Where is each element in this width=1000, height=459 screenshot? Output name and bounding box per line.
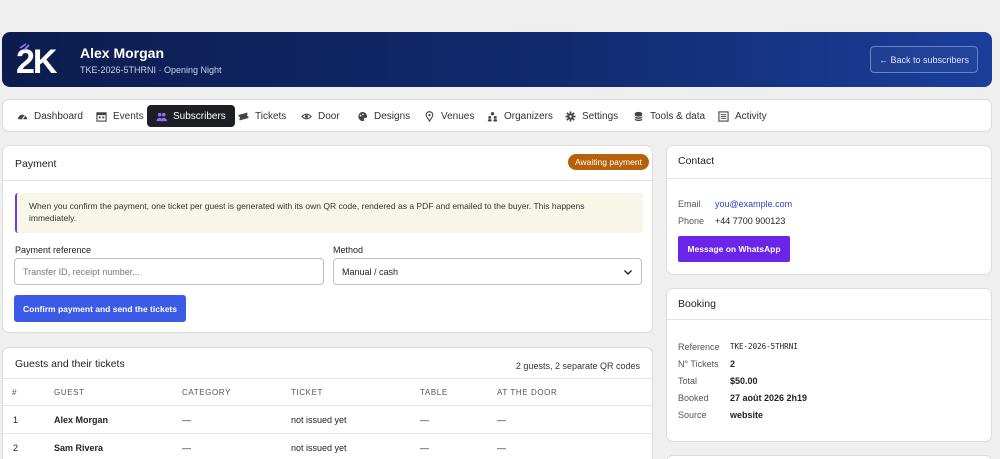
source-value: website — [730, 410, 764, 420]
users-icon — [156, 112, 167, 121]
nav-label: Door — [318, 110, 340, 122]
svg-text:2K: 2K — [16, 43, 58, 76]
divider — [667, 178, 991, 179]
method-select[interactable]: Manual / cash — [333, 258, 642, 285]
total-value: $50.00 — [730, 376, 758, 386]
nav-item-venues[interactable]: Venues — [416, 105, 482, 127]
divider — [3, 405, 652, 406]
booked-value: 27 août 2026 2h19 — [730, 393, 808, 403]
guest-ticket: not issued yet — [291, 415, 347, 425]
palette-icon — [358, 111, 368, 121]
guest-name: Alex Morgan — [54, 415, 109, 425]
nav-item-subscribers[interactable]: Subscribers — [147, 105, 235, 127]
nav-item-settings[interactable]: Settings — [557, 105, 626, 127]
calendar-icon — [96, 111, 107, 122]
guest-table: — — [420, 443, 429, 453]
divider — [3, 378, 652, 379]
database-icon — [634, 111, 643, 121]
nav-item-dashboard[interactable]: Dashboard — [9, 105, 91, 127]
column-header: # — [12, 388, 18, 397]
next-card — [666, 455, 992, 459]
row-number: 2 — [13, 443, 19, 453]
nav-label: Activity — [735, 110, 767, 122]
whatsapp-button[interactable]: Message on WhatsApp — [678, 236, 790, 262]
nav-label: Tools & data — [650, 110, 706, 122]
guest-door: — — [497, 443, 506, 453]
divider — [3, 180, 652, 181]
email-link[interactable]: you@example.com — [715, 199, 792, 209]
guest-category: — — [182, 415, 191, 425]
row-number: 1 — [13, 415, 19, 425]
chevron-down-icon — [624, 269, 632, 275]
column-header: GUEST — [54, 388, 85, 397]
contact-title: Contact — [678, 155, 715, 167]
source-label: Source — [678, 410, 707, 420]
payment-card: Payment Awaiting payment When you confir… — [2, 145, 653, 333]
booking-card: Booking Reference TKE-2026-5THRNI N° Tic… — [666, 288, 992, 442]
main-nav: Dashboard Events Subscribers Tickets Doo… — [2, 99, 992, 132]
guest-table: — — [420, 415, 429, 425]
guests-title: Guests and their tickets — [15, 358, 125, 370]
confirm-payment-button[interactable]: Confirm payment and send the tickets — [14, 295, 186, 322]
method-label: Method — [333, 245, 364, 255]
payment-notice: When you confirm the payment, one ticket… — [15, 193, 643, 233]
list-icon — [718, 110, 729, 122]
payment-title: Payment — [15, 158, 57, 170]
guest-ticket: not issued yet — [291, 443, 347, 453]
ticket-count-label: N° Tickets — [678, 359, 719, 369]
column-header: AT THE DOOR — [497, 388, 558, 397]
status-badge: Awaiting payment — [568, 154, 649, 170]
method-value: Manual / cash — [342, 266, 399, 277]
email-label: Email — [678, 199, 701, 209]
gear-icon — [565, 110, 576, 122]
column-header: CATEGORY — [182, 388, 231, 397]
nav-label: Subscribers — [173, 110, 226, 122]
nav-label: Settings — [582, 110, 619, 122]
nav-item-tickets[interactable]: Tickets — [230, 105, 294, 127]
reference-label: Reference — [678, 342, 720, 352]
column-header: TABLE — [420, 388, 448, 397]
divider — [667, 319, 991, 320]
brand-logo: 2K — [16, 42, 70, 81]
nav-item-organizers[interactable]: Organizers — [479, 105, 561, 127]
nav-label: Events — [113, 110, 144, 122]
nav-item-activity[interactable]: Activity — [710, 105, 775, 127]
nav-item-designs[interactable]: Designs — [349, 105, 418, 127]
payment-reference-input[interactable]: Transfer ID, receipt number... — [14, 258, 324, 285]
nav-label: Designs — [374, 110, 411, 122]
guests-summary: 2 guests, 2 separate QR codes — [515, 361, 640, 371]
phone-value: +44 7700 900123 — [715, 216, 786, 226]
ticket-count-value: 2 — [730, 359, 736, 369]
phone-label: Phone — [678, 216, 705, 226]
booking-subtitle: TKE-2026-5THRNI · Opening Night — [80, 65, 222, 75]
nav-label: Organizers — [504, 110, 553, 122]
nav-label: Dashboard — [34, 110, 83, 122]
divider — [3, 433, 652, 434]
back-to-subscribers-button[interactable]: ← Back to subscribers — [870, 46, 978, 73]
ticket-icon — [238, 112, 249, 120]
column-header: TICKET — [291, 388, 324, 397]
payment-reference-label: Payment reference — [15, 245, 92, 255]
guest-door: — — [497, 415, 506, 425]
gauge-icon — [17, 114, 28, 120]
guests-card: Guests and their tickets 2 guests, 2 sep… — [2, 347, 653, 459]
booking-title: Booking — [678, 298, 716, 310]
eye-icon — [301, 113, 312, 119]
nav-item-door[interactable]: Door — [293, 105, 348, 127]
total-label: Total — [678, 376, 698, 386]
event-header: 2K Alex Morgan TKE-2026-5THRNI · Opening… — [2, 32, 992, 87]
guest-name: Sam Rivera — [54, 443, 104, 453]
reference-value: TKE-2026-5THRNI — [730, 342, 798, 351]
nav-item-tools-data[interactable]: Tools & data — [625, 105, 713, 127]
contact-card: Contact Email you@example.com Phone +44 … — [666, 145, 992, 275]
subscriber-name: Alex Morgan — [80, 45, 165, 61]
people-icon — [487, 111, 498, 122]
nav-label: Venues — [441, 110, 475, 122]
nav-label: Tickets — [255, 110, 287, 122]
guest-category: — — [182, 443, 191, 453]
booked-label: Booked — [678, 393, 709, 403]
nav-item-events[interactable]: Events — [88, 105, 152, 127]
map-pin-icon — [425, 110, 434, 122]
